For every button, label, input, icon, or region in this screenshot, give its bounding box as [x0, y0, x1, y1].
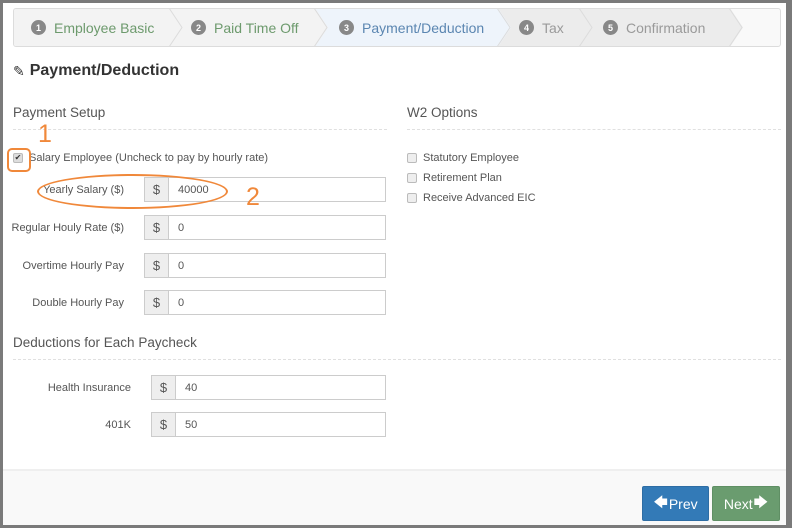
chevron-separator-icon: [168, 9, 183, 46]
page-title: ✎ Payment/Deduction: [13, 62, 179, 80]
prev-label: Prev: [668, 495, 698, 512]
step-label: Tax: [542, 19, 564, 36]
overtime-hourly-pay-input[interactable]: [168, 253, 386, 278]
wizard-footer: 🡄 Prev Next 🡆: [3, 469, 786, 525]
overtime-hourly-pay-label: Overtime Hourly Pay: [22, 260, 124, 272]
double-hourly-pay-input[interactable]: [168, 290, 386, 315]
salary-employee-label: Salary Employee (Uncheck to pay by hourl…: [29, 152, 269, 164]
chevron-separator-icon: [313, 9, 328, 46]
step-number: 4: [519, 20, 534, 35]
step-payment-deduction[interactable]: 3 Payment/Deduction: [314, 9, 511, 46]
double-hourly-pay-label: Double Hourly Pay: [32, 297, 124, 309]
receive-advanced-eic-row[interactable]: Receive Advanced EIC: [407, 192, 536, 204]
retirement-plan-checkbox[interactable]: [407, 173, 417, 183]
step-number: 1: [31, 20, 46, 35]
annotation-marker-2: 2: [246, 183, 260, 211]
health-insurance-label: Health Insurance: [47, 382, 131, 394]
401k-label: 401K: [105, 419, 131, 431]
arrow-right-icon: 🡆: [753, 493, 769, 510]
step-confirmation[interactable]: 5 Confirmation: [579, 9, 743, 46]
step-number: 5: [603, 20, 618, 35]
401k-input[interactable]: [175, 412, 386, 437]
step-label: Confirmation: [626, 19, 706, 36]
w2-options-heading: W2 Options: [407, 105, 781, 130]
statutory-employee-label: Statutory Employee: [423, 152, 519, 164]
wizard-steps: 1 Employee Basic 2 Paid Time Off 3 Payme…: [13, 8, 781, 47]
annotation-box-checkbox: [7, 148, 31, 172]
regular-hourly-rate-label: Regular Houly Rate ($): [11, 222, 125, 234]
next-button[interactable]: Next 🡆: [712, 486, 780, 521]
dollar-addon: $: [144, 215, 168, 240]
receive-advanced-eic-checkbox[interactable]: [407, 193, 417, 203]
next-label: Next: [723, 495, 753, 512]
statutory-employee-row[interactable]: Statutory Employee: [407, 152, 519, 164]
regular-hourly-rate-input[interactable]: [168, 215, 386, 240]
retirement-plan-row[interactable]: Retirement Plan: [407, 172, 502, 184]
arrow-left-icon: 🡄: [653, 493, 668, 510]
prev-button[interactable]: 🡄 Prev: [642, 486, 709, 521]
health-insurance-input[interactable]: [175, 375, 386, 400]
dollar-addon: $: [151, 412, 175, 437]
retirement-plan-label: Retirement Plan: [423, 172, 502, 184]
step-label: Paid Time Off: [214, 19, 299, 36]
step-label: Payment/Deduction: [362, 19, 485, 36]
dollar-addon: $: [151, 375, 175, 400]
statutory-employee-checkbox[interactable]: [407, 153, 417, 163]
payment-setup-heading: Payment Setup: [13, 105, 387, 130]
step-number: 2: [191, 20, 206, 35]
step-label: Employee Basic: [54, 19, 155, 36]
regular-hourly-rate-input-group: $: [144, 215, 386, 240]
step-paid-time-off[interactable]: 2 Paid Time Off: [169, 9, 328, 46]
annotation-ellipse-yearly-salary: [37, 174, 228, 209]
receive-advanced-eic-label: Receive Advanced EIC: [423, 192, 536, 204]
health-insurance-input-group: $: [151, 375, 386, 400]
page-title-text: Payment/Deduction: [29, 62, 180, 79]
dollar-addon: $: [144, 253, 168, 278]
chevron-separator-icon: [496, 9, 511, 46]
overtime-hourly-pay-input-group: $: [144, 253, 386, 278]
dollar-addon: $: [144, 290, 168, 315]
app-window: 1 Employee Basic 2 Paid Time Off 3 Payme…: [3, 3, 786, 525]
deductions-heading: Deductions for Each Paycheck: [13, 335, 781, 360]
step-employee-basic[interactable]: 1 Employee Basic: [14, 9, 183, 46]
chevron-separator-icon: [728, 9, 743, 46]
double-hourly-pay-input-group: $: [144, 290, 386, 315]
annotation-marker-1: 1: [38, 120, 52, 148]
401k-input-group: $: [151, 412, 386, 437]
chevron-separator-icon: [578, 9, 593, 46]
step-number: 3: [339, 20, 354, 35]
pencil-icon: ✎: [13, 62, 25, 79]
salary-employee-checkbox-row[interactable]: ✔ Salary Employee (Uncheck to pay by hou…: [13, 152, 268, 164]
